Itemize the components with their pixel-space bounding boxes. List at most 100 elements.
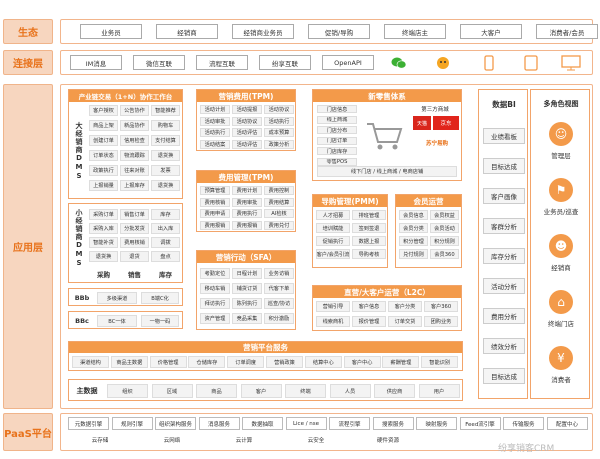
bi-item[interactable]: 费用分析 — [483, 308, 525, 324]
tmall-logo: 天猫 — [413, 116, 431, 130]
tpm-marketing-cell: 活动评估 — [232, 128, 262, 137]
paas-infra: 云计算 — [235, 438, 253, 444]
tpm-expense-cell: 费用报销 — [232, 220, 262, 230]
paas-infra: 硬件资源 — [376, 438, 399, 444]
industry-chain-cell: 商品上架 — [89, 120, 118, 131]
master-data-item: 组织 — [107, 384, 148, 398]
paas-infra: 云安全 — [307, 438, 325, 444]
sfa-cell: 资产管理 — [200, 313, 230, 324]
small-dms-cell: 采购订单 — [89, 209, 118, 220]
paas-service: 传输服务 — [503, 417, 544, 430]
connect-item[interactable]: 纷享互联 — [259, 55, 311, 70]
tpm-marketing-cell: 活动审批 — [200, 116, 230, 126]
small-dms-title: 小经销商DMS — [75, 208, 83, 268]
platform-module: 营销平台服务 渠道结构 商品主数据 价格管理 仓储库存 订单调度 营销政策 结算中心 客户中心… — [68, 341, 463, 371]
bi-item[interactable]: 活动分析 — [483, 278, 525, 294]
paas-service: 组织架构服务 — [155, 417, 196, 430]
role-label: 业务员/巡查 — [543, 208, 579, 216]
role-icon: ☻ — [549, 234, 573, 258]
pmm-cell: 排班管理 — [352, 210, 386, 220]
ecology-item[interactable]: 促销/导购 — [308, 24, 370, 39]
mascot-icon — [437, 57, 449, 69]
suning-logo: 苏宁易购 — [425, 141, 448, 147]
bbc-row: BBc BC一体 一物一码 — [68, 311, 183, 329]
tpm-expense-cell: 费用控制 — [264, 186, 294, 195]
phone-icon — [478, 54, 500, 72]
retail-bar: 线下门店 / 线上商城 / 电商店铺 — [317, 166, 457, 177]
paas-service: 数据抽取 — [242, 417, 283, 430]
bi-item[interactable]: 目标达成 — [483, 158, 525, 174]
industry-chain-cell: 信用检查 — [120, 135, 149, 146]
pmm-cell: 培训赋能 — [316, 223, 350, 233]
small-dms-cell: 调拨 — [151, 237, 180, 248]
tpm-marketing-cell: 活动计划 — [200, 105, 230, 114]
ecology-item[interactable]: 业务员 — [80, 24, 142, 39]
master-data-label: 主数据 — [76, 387, 98, 395]
ecology-item[interactable]: 大客户 — [460, 24, 522, 39]
tpm-marketing-cell: 活动协议 — [232, 116, 262, 126]
tpm-expense-cell: 费用计划 — [232, 186, 262, 195]
sfa-cell: 积分激励 — [264, 313, 294, 324]
industry-chain-cell: 物流跟踪 — [120, 150, 149, 161]
bi-module: 数据BI 业绩看板 目标达成 客户画像 客群分析 库存分析 活动分析 费用分析 绩效分析 目标达… — [478, 89, 528, 399]
bbc-label: BBc — [75, 317, 89, 325]
connect-item[interactable]: OpenAPI — [322, 55, 374, 70]
bi-item[interactable]: 绩效分析 — [483, 338, 525, 354]
pmm-module: 导购管理(PMM) 人才招募 排班管理 培训赋能 签到签退 促销执行 数据上报 客户/会员引… — [312, 194, 388, 268]
paas-service: Feed流引擎 — [459, 417, 501, 430]
l2c-cell: 订单交货 — [388, 316, 422, 327]
connect-item[interactable]: 流程互联 — [196, 55, 248, 70]
bbc-item: BC一体 — [97, 315, 137, 327]
pmm-cell: 签到签退 — [352, 223, 386, 233]
bi-item[interactable]: 目标达成 — [483, 368, 525, 384]
tpm-marketing-cell: 活动执行 — [264, 116, 294, 126]
tpm-marketing-cell: 活动提报 — [232, 105, 262, 114]
tablet-icon — [524, 55, 538, 71]
shopping-cart-icon — [367, 123, 403, 150]
bi-item[interactable]: 库存分析 — [483, 248, 525, 264]
roles-module: 多角色视图 ☺ 管理层 ⚑ 业务员/巡查 ☻ 经销商 ⌂ 终端门店 ¥ 消费者 — [530, 89, 590, 399]
ecology-item[interactable]: 经销商业务员 — [232, 24, 294, 39]
platform-cell: 商品主数据 — [110, 356, 148, 368]
paas-service: 配置中心 — [546, 417, 588, 430]
connect-item[interactable]: IM消息 — [70, 55, 122, 70]
master-data-item: 区域 — [151, 384, 193, 398]
platform-cell: 智能识别 — [421, 356, 459, 368]
monitor-icon — [561, 55, 581, 71]
l2c-cell: 团购业务 — [424, 316, 458, 327]
paas-infra: 云存储 — [91, 438, 109, 444]
pmm-cell: 促销执行 — [316, 236, 350, 246]
paas-service: 元数据引擎 — [68, 417, 109, 430]
ecology-item[interactable]: 经销商 — [156, 24, 218, 39]
wechat-icon — [391, 57, 407, 69]
bi-item[interactable]: 客群分析 — [483, 218, 525, 234]
connect-item[interactable]: 微信互联 — [133, 55, 185, 70]
third-party-label: 第三方商城 — [421, 107, 449, 113]
ecology-item[interactable]: 消费者/会员 — [536, 24, 598, 39]
master-data-item: 用户 — [418, 384, 460, 398]
member-module: 会员运营 会员信息 会员权益 会员分类 会员活动 积分管理 积分规则 兑付规则 会员360 — [395, 194, 462, 268]
bi-title: 数据BI — [492, 99, 516, 109]
bi-item[interactable]: 客户画像 — [483, 188, 525, 204]
layer-ecology-label: 生态 — [3, 19, 53, 44]
master-data-item: 商品 — [196, 384, 237, 398]
l2c-title: 直营/大客户运营（L2C） — [313, 286, 461, 298]
bbc-item: 一物一码 — [141, 315, 179, 327]
l2c-module: 直营/大客户运营（L2C） 营销引导 客户信息 客户分类 客户360 线索商机 报价管理订… — [312, 285, 462, 331]
pmm-cell: 导购考核 — [352, 249, 386, 259]
master-data-item: 客户 — [240, 384, 282, 398]
industry-chain-cell: 退货换 — [151, 150, 180, 161]
tpm-marketing-cell: 政策分析 — [264, 139, 294, 149]
wechat-icon — [388, 54, 410, 72]
tablet-icon — [520, 54, 542, 72]
watermark: 纷享销客CRM — [498, 443, 555, 454]
platform-cell: 客户中心 — [343, 356, 381, 368]
sfa-cell: 竞品采集 — [232, 313, 262, 324]
platform-cell: 营销政策 — [266, 356, 303, 368]
role-label: 终端门店 — [548, 320, 574, 328]
industry-chain-cell: 公告协作 — [120, 105, 149, 116]
ecology-item[interactable]: 终端店主 — [384, 24, 446, 39]
tpm-expense-cell: AI检核 — [264, 209, 294, 218]
bi-item[interactable]: 业绩看板 — [483, 128, 525, 144]
retail-module: 新零售体系 第三方商城 天猫 京东 苏宁易购 线下门店 / 线上商城 / 电商店… — [312, 89, 462, 181]
